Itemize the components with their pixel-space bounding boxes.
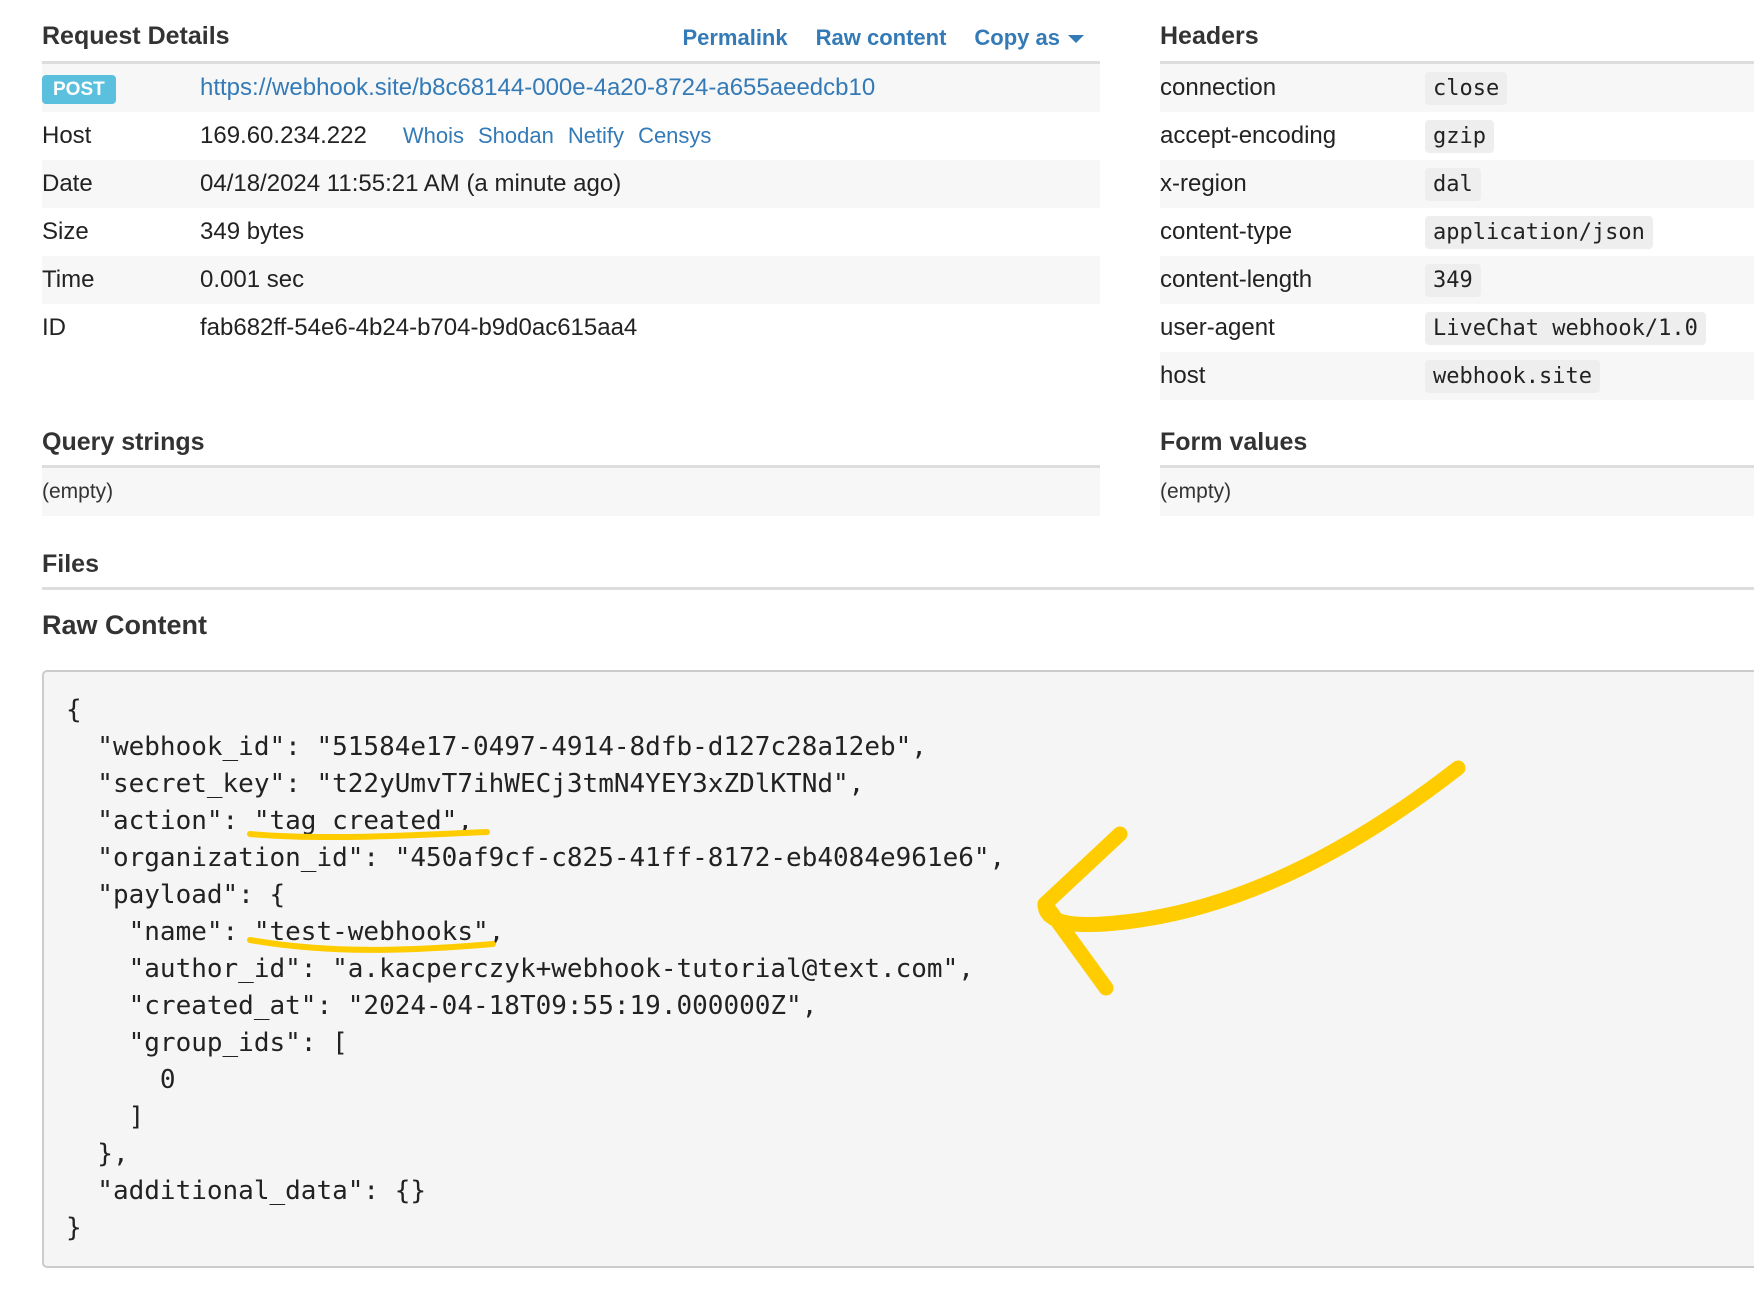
detail-row-date: Date 04/18/2024 11:55:21 AM (a minute ag… — [42, 160, 1100, 208]
header-key: content-length — [1160, 266, 1313, 293]
header-value: close — [1425, 71, 1508, 105]
detail-row-host: Host 169.60.234.222 Whois Shodan Netify … — [42, 112, 1100, 160]
detail-row-id: ID fab682ff-54e6-4b24-b704-b9d0ac615aa4 — [42, 304, 1100, 352]
header-row: x-region dal — [1160, 160, 1754, 208]
detail-key: Date — [42, 170, 93, 197]
copy-as-dropdown[interactable]: Copy as — [974, 25, 1084, 51]
permalink-link[interactable]: Permalink — [682, 25, 787, 51]
request-details-panel: Request Details Permalink Raw content Co… — [42, 14, 1100, 352]
header-value: dal — [1425, 167, 1481, 201]
raw-content-box: { "webhook_id": "51584e17-0497-4914-8dfb… — [42, 670, 1754, 1268]
header-row: content-length 349 — [1160, 256, 1754, 304]
method-cell: POST — [42, 74, 200, 104]
method-badge: POST — [42, 75, 116, 104]
header-row: content-type application/json — [1160, 208, 1754, 256]
request-details-title: Request Details — [42, 22, 230, 50]
query-strings-empty: (empty) — [42, 468, 1100, 516]
files-panel: Files — [42, 544, 1754, 590]
host-lookup-links: Whois Shodan Netify Censys — [403, 123, 712, 149]
header-row: host webhook.site — [1160, 352, 1754, 400]
header-key: content-type — [1160, 218, 1293, 245]
detail-row-size: Size 349 bytes — [42, 208, 1100, 256]
header-value: 349 — [1425, 263, 1481, 297]
header-row: user-agent LiveChat webhook/1.0 — [1160, 304, 1754, 352]
whois-link[interactable]: Whois — [403, 123, 464, 149]
header-key: user-agent — [1160, 314, 1275, 341]
header-row: connection close — [1160, 64, 1754, 112]
detail-row-time: Time 0.001 sec — [42, 256, 1100, 304]
form-values-panel: Form values (empty) — [1160, 422, 1754, 516]
header-value: LiveChat webhook/1.0 — [1425, 311, 1706, 345]
request-url-link[interactable]: https://webhook.site/b8c68144-000e-4a20-… — [200, 74, 875, 102]
form-values-empty: (empty) — [1160, 468, 1754, 516]
raw-content-link[interactable]: Raw content — [816, 25, 947, 51]
query-strings-panel: Query strings (empty) — [42, 422, 1100, 516]
netify-link[interactable]: Netify — [568, 123, 624, 149]
header-key: x-region — [1160, 170, 1247, 197]
query-strings-title: Query strings — [42, 428, 205, 456]
files-header: Files — [42, 544, 1754, 590]
detail-value: 169.60.234.222 — [200, 122, 367, 149]
detail-value: fab682ff-54e6-4b24-b704-b9d0ac615aa4 — [200, 314, 638, 341]
shodan-link[interactable]: Shodan — [478, 123, 554, 149]
header-key: accept-encoding — [1160, 122, 1337, 149]
header-value: application/json — [1425, 215, 1653, 249]
detail-key: Time — [42, 266, 95, 293]
headers-title: Headers — [1160, 22, 1259, 50]
detail-value: 0.001 sec — [200, 266, 305, 293]
detail-key: Size — [42, 218, 89, 245]
header-key: connection — [1160, 74, 1277, 101]
headers-header: Headers — [1160, 14, 1754, 64]
copy-as-label: Copy as — [974, 25, 1060, 50]
header-value: webhook.site — [1425, 359, 1600, 393]
query-strings-header: Query strings — [42, 422, 1100, 468]
raw-content-json: { "webhook_id": "51584e17-0497-4914-8dfb… — [66, 695, 1006, 1243]
detail-key: ID — [42, 314, 66, 341]
detail-value: 04/18/2024 11:55:21 AM (a minute ago) — [200, 170, 622, 197]
censys-link[interactable]: Censys — [638, 123, 711, 149]
caret-down-icon — [1068, 35, 1084, 44]
method-url-row: POST https://webhook.site/b8c68144-000e-… — [42, 64, 1100, 112]
header-row: accept-encoding gzip — [1160, 112, 1754, 160]
request-details-header: Request Details Permalink Raw content Co… — [42, 14, 1100, 64]
form-values-header: Form values — [1160, 422, 1754, 468]
request-actions: Permalink Raw content Copy as — [682, 25, 1084, 51]
header-key: host — [1160, 362, 1206, 389]
detail-value: 349 bytes — [200, 218, 305, 245]
header-value: gzip — [1425, 119, 1494, 153]
headers-panel: Headers connection close accept-encoding… — [1160, 14, 1754, 400]
files-title: Files — [42, 550, 99, 578]
raw-content-title: Raw Content — [42, 610, 207, 640]
form-values-title: Form values — [1160, 428, 1308, 456]
detail-key: Host — [42, 122, 92, 149]
